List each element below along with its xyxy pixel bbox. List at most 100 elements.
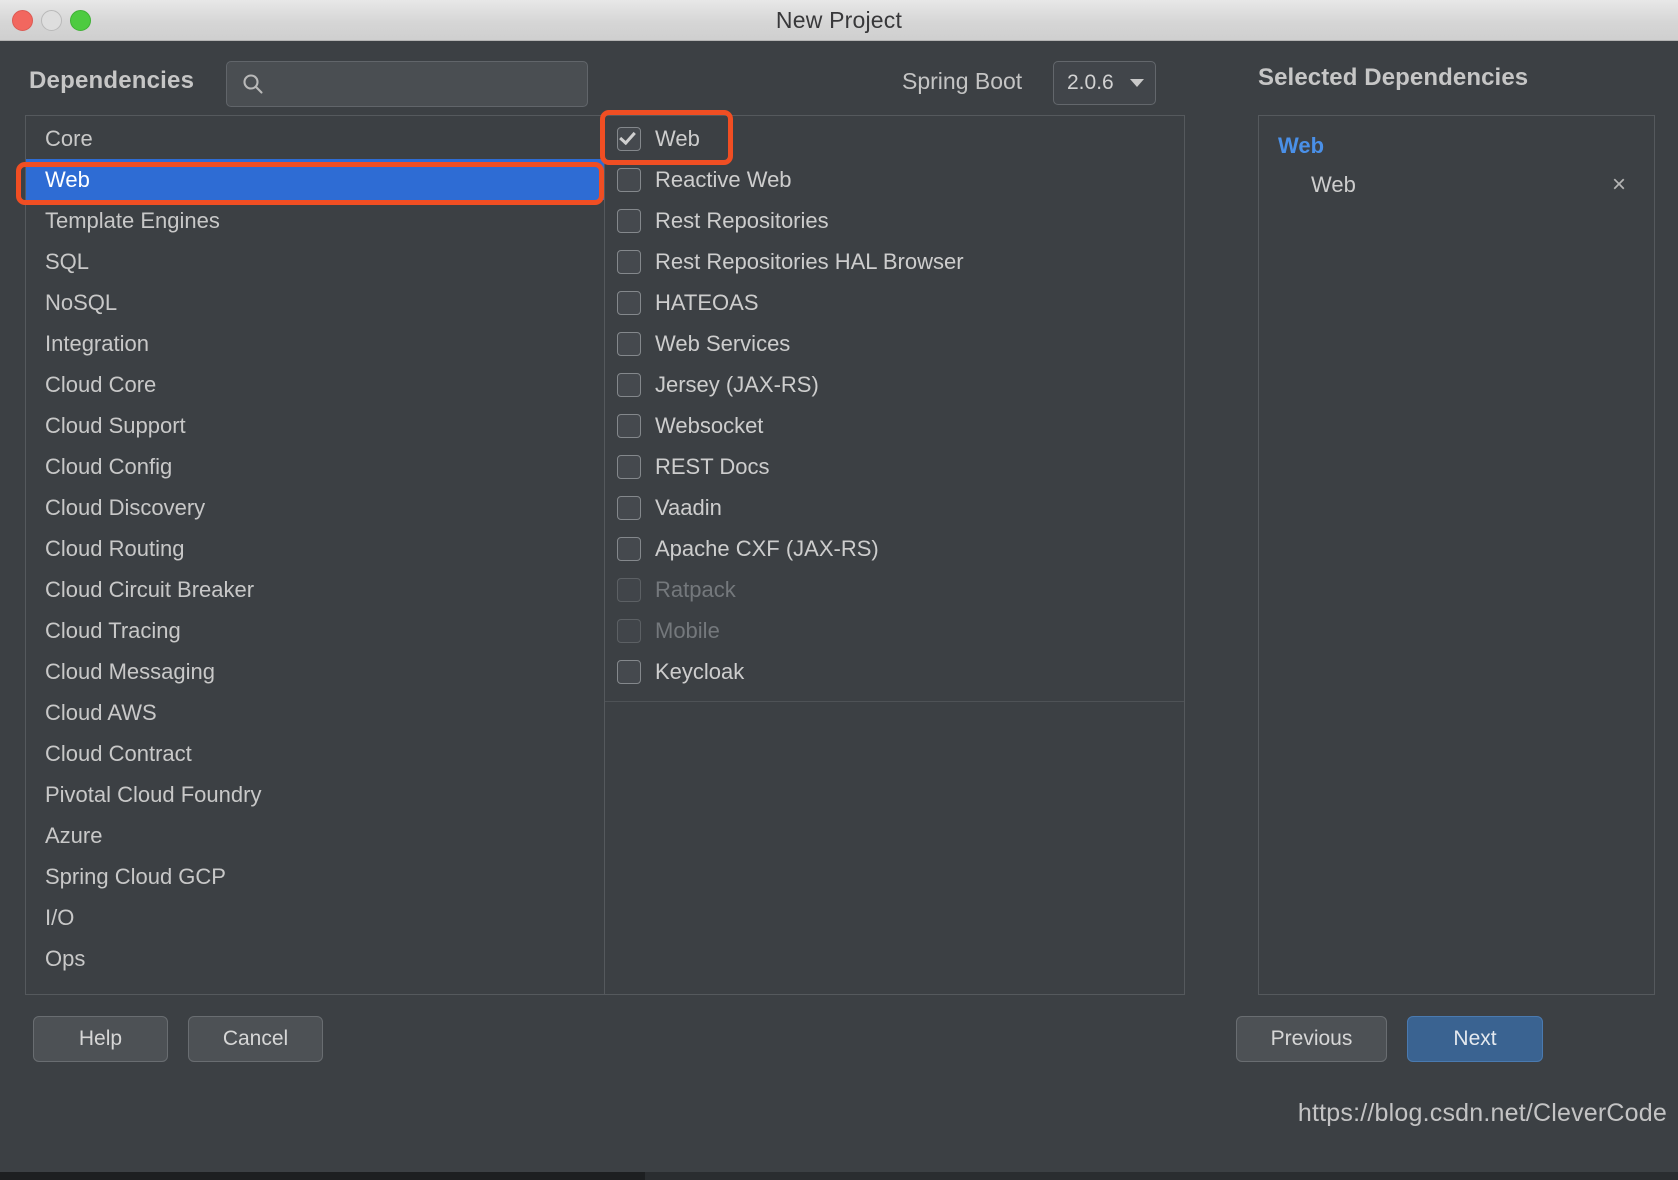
checkbox-unchecked-icon bbox=[617, 618, 641, 643]
dialog-content: Dependencies Spring Boot 2.0.6 Selected … bbox=[0, 41, 1678, 1180]
checkbox-checked-icon[interactable] bbox=[617, 126, 641, 151]
category-item[interactable]: Cloud Tracing bbox=[26, 610, 604, 651]
dependency-checkbox-row[interactable]: Vaadin bbox=[605, 487, 1184, 528]
checkbox-unchecked-icon[interactable] bbox=[617, 413, 641, 438]
check-icon bbox=[619, 127, 636, 145]
category-item-label: Cloud Contract bbox=[45, 741, 192, 766]
dependency-label: Web bbox=[655, 125, 700, 151]
dependency-checkbox-row[interactable]: REST Docs bbox=[605, 446, 1184, 487]
dependency-checkbox-row: Mobile bbox=[605, 610, 1184, 651]
dependency-label: Web Services bbox=[655, 330, 791, 356]
search-icon bbox=[241, 72, 265, 96]
dependency-checkbox-row[interactable]: Web bbox=[605, 118, 1184, 159]
category-item[interactable]: Template Engines bbox=[26, 200, 604, 241]
category-item[interactable]: Cloud Discovery bbox=[26, 487, 604, 528]
panes: Core Web Template Engines SQL NoSQL Integrati… bbox=[25, 115, 1655, 995]
dependency-checkbox-row[interactable]: Rest Repositories HAL Browser bbox=[605, 241, 1184, 282]
checkbox-unchecked-icon[interactable] bbox=[617, 454, 641, 479]
previous-button[interactable]: Previous bbox=[1236, 1016, 1387, 1062]
checkbox-unchecked-icon[interactable] bbox=[617, 659, 641, 684]
next-button[interactable]: Next bbox=[1407, 1016, 1543, 1062]
window-title: New Project bbox=[775, 6, 903, 33]
category-item[interactable]: NoSQL bbox=[26, 282, 604, 323]
dependency-checkbox-row[interactable]: Web Services bbox=[605, 323, 1184, 364]
checkbox-unchecked-icon[interactable] bbox=[617, 249, 641, 274]
category-item[interactable]: SQL bbox=[26, 241, 604, 282]
category-item-label: Azure bbox=[45, 823, 103, 848]
category-item[interactable]: Ops bbox=[26, 938, 604, 979]
checkbox-unchecked-icon bbox=[617, 577, 641, 602]
spring-boot-version-select[interactable]: 2.0.6 bbox=[1053, 61, 1156, 105]
category-list: Core Web Template Engines SQL NoSQL Integrati… bbox=[26, 116, 604, 979]
cancel-button[interactable]: Cancel bbox=[188, 1016, 323, 1062]
dependency-label: Vaadin bbox=[655, 494, 722, 520]
category-item[interactable]: Azure bbox=[26, 815, 604, 856]
checkbox-unchecked-icon[interactable] bbox=[617, 331, 641, 356]
dependency-checkbox-row[interactable]: Reactive Web bbox=[605, 159, 1184, 200]
close-icon[interactable]: × bbox=[1610, 173, 1628, 197]
dependency-checkbox-row[interactable]: HATEOAS bbox=[605, 282, 1184, 323]
dependency-label: Rest Repositories bbox=[655, 207, 829, 233]
close-window-button[interactable] bbox=[12, 10, 33, 31]
bottom-strip bbox=[0, 1172, 1678, 1180]
dependency-label: HATEOAS bbox=[655, 289, 759, 315]
checkbox-unchecked-icon[interactable] bbox=[617, 495, 641, 520]
category-item[interactable]: Cloud AWS bbox=[26, 692, 604, 733]
category-item-label: Cloud AWS bbox=[45, 700, 157, 725]
category-item-label: Cloud Circuit Breaker bbox=[45, 577, 255, 602]
dependency-checkbox-row[interactable]: Websocket bbox=[605, 405, 1184, 446]
dependency-checkbox-row[interactable]: Jersey (JAX-RS) bbox=[605, 364, 1184, 405]
selected-dependency-name: Web bbox=[1311, 172, 1356, 197]
checkbox-unchecked-icon[interactable] bbox=[617, 536, 641, 561]
new-project-dialog: New Project Dependencies Spring Boot 2.0… bbox=[0, 0, 1678, 1180]
category-item[interactable]: Cloud Core bbox=[26, 364, 604, 405]
dependency-list-pane: Web Reactive Web Rest Repositories Rest Rep… bbox=[604, 115, 1185, 995]
category-item[interactable]: Cloud Support bbox=[26, 405, 604, 446]
category-item[interactable]: Cloud Messaging bbox=[26, 651, 604, 692]
selected-dependencies-title: Selected Dependencies bbox=[1258, 64, 1529, 91]
category-item[interactable]: Cloud Routing bbox=[26, 528, 604, 569]
category-item-label: NoSQL bbox=[45, 290, 118, 315]
dependency-label: Websocket bbox=[655, 412, 764, 438]
search-input[interactable] bbox=[265, 62, 587, 106]
search-box[interactable] bbox=[226, 61, 588, 107]
dependency-label: Reactive Web bbox=[655, 166, 792, 192]
dependency-checkbox-row[interactable]: Apache CXF (JAX-RS) bbox=[605, 528, 1184, 569]
category-item[interactable]: Spring Cloud GCP bbox=[26, 856, 604, 897]
category-item[interactable]: Web bbox=[26, 159, 604, 200]
category-item-label: Cloud Discovery bbox=[45, 495, 206, 520]
window-controls bbox=[12, 0, 91, 41]
category-item[interactable]: Cloud Circuit Breaker bbox=[26, 569, 604, 610]
dialog-footer: Help Cancel Previous Next bbox=[0, 1016, 1678, 1086]
category-item[interactable]: Pivotal Cloud Foundry bbox=[26, 774, 604, 815]
category-item-label: Spring Cloud GCP bbox=[45, 864, 226, 889]
header-row: Dependencies Spring Boot 2.0.6 Selected … bbox=[0, 58, 1678, 112]
dependency-checkbox-row[interactable]: Keycloak bbox=[605, 651, 1184, 692]
category-item-label: Integration bbox=[45, 331, 149, 356]
selected-dependency-group-title: Web bbox=[1278, 133, 1325, 158]
checkbox-unchecked-icon[interactable] bbox=[617, 208, 641, 233]
category-item-label: Ops bbox=[45, 946, 86, 971]
category-item-label: Web bbox=[45, 167, 90, 192]
category-item[interactable]: Cloud Config bbox=[26, 446, 604, 487]
checkbox-unchecked-icon[interactable] bbox=[617, 290, 641, 315]
category-item[interactable]: Cloud Contract bbox=[26, 733, 604, 774]
category-item[interactable]: Core bbox=[26, 118, 604, 159]
watermark-url: https://blog.csdn.net/CleverCode bbox=[1297, 1099, 1667, 1127]
bottom-strip-segment bbox=[0, 1172, 645, 1180]
dependency-label: Mobile bbox=[655, 617, 720, 643]
list-description-divider bbox=[605, 701, 1184, 702]
category-item[interactable]: Integration bbox=[26, 323, 604, 364]
maximize-window-button[interactable] bbox=[70, 10, 91, 31]
checkbox-unchecked-icon[interactable] bbox=[617, 372, 641, 397]
window-titlebar: New Project bbox=[0, 0, 1678, 41]
dependency-label: Apache CXF (JAX-RS) bbox=[655, 535, 879, 561]
dependency-checkbox-row[interactable]: Rest Repositories bbox=[605, 200, 1184, 241]
minimize-window-button[interactable] bbox=[41, 10, 62, 31]
category-item[interactable]: I/O bbox=[26, 897, 604, 938]
help-button[interactable]: Help bbox=[33, 1016, 168, 1062]
checkbox-unchecked-icon[interactable] bbox=[617, 167, 641, 192]
dependencies-label: Dependencies bbox=[29, 67, 195, 94]
category-item-label: Cloud Tracing bbox=[45, 618, 181, 643]
category-item-label: Cloud Routing bbox=[45, 536, 185, 561]
